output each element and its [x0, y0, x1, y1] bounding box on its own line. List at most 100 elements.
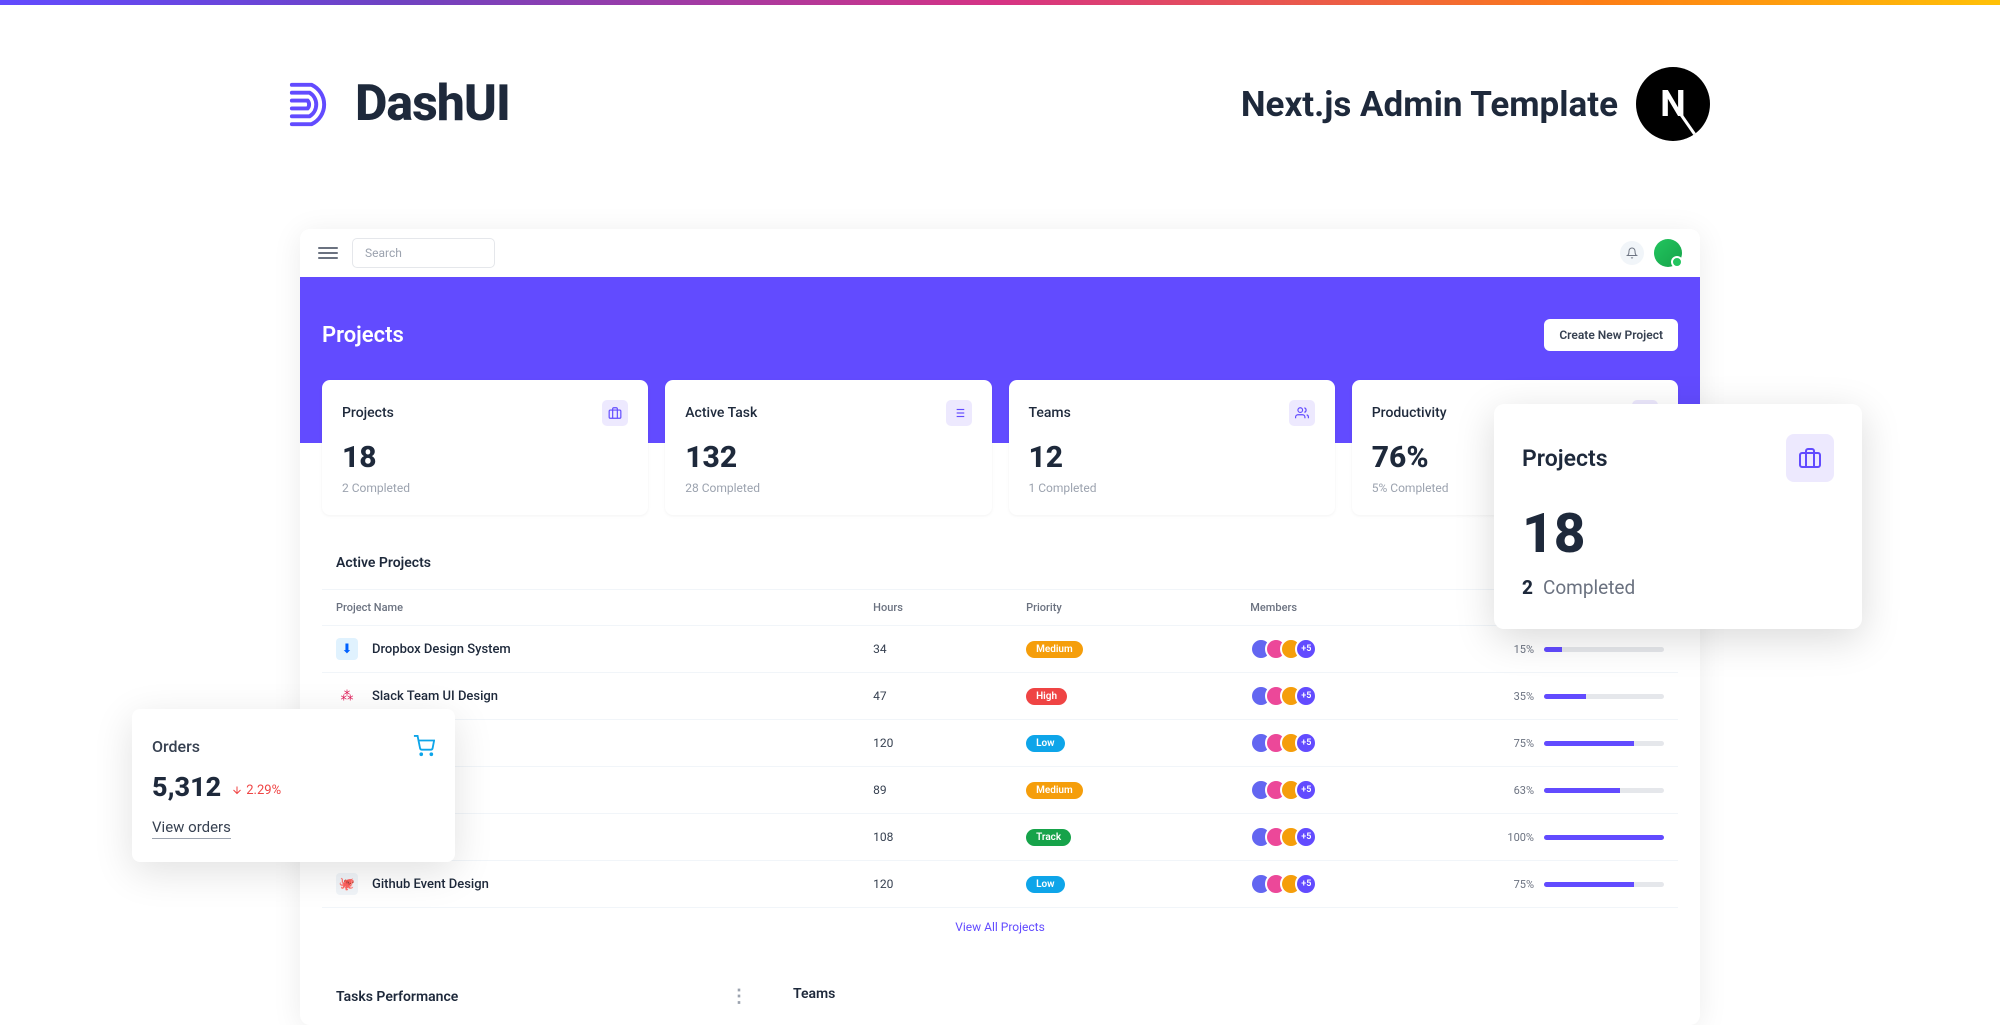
page-title: Projects: [322, 323, 404, 348]
header-right: Next.js Admin Template N: [1241, 67, 1710, 141]
progress-value: 15%: [1502, 643, 1534, 656]
search-input[interactable]: Search: [352, 238, 495, 268]
bell-icon: [1626, 247, 1638, 259]
member-avatars: +5: [1250, 685, 1474, 707]
project-name: Github Event Design: [372, 877, 489, 892]
teams-card: Teams: [779, 968, 1678, 1025]
orders-delta: 2.29%: [231, 783, 281, 798]
priority-badge: Medium: [1026, 782, 1083, 799]
user-avatar[interactable]: [1654, 239, 1682, 267]
callout-projects-value: 18: [1522, 502, 1834, 566]
hours-cell: 89: [859, 767, 1012, 814]
table-row[interactable]: ⁂ Slack Team UI Design 47 High +5 35%: [322, 673, 1678, 720]
progress-bar: [1544, 835, 1664, 840]
table-row[interactable]: ⬇Dropbox Design System34Medium+515%: [322, 626, 1678, 673]
stats-row: Projects 18 2 Completed Active Task 132 28 Co…: [300, 380, 1700, 515]
stat-label: Active Task: [685, 405, 757, 421]
progress-value: 75%: [1502, 737, 1534, 750]
arrow-down-icon: [231, 784, 243, 796]
col-members: Members: [1236, 590, 1488, 626]
project-icon: 🐙: [336, 873, 358, 895]
progress-value: 35%: [1502, 690, 1534, 703]
members-more-badge: +5: [1295, 826, 1317, 848]
priority-badge: Medium: [1026, 641, 1083, 658]
briefcase-icon: [1786, 434, 1834, 482]
app-topbar: Search: [300, 229, 1700, 277]
members-more-badge: +5: [1295, 732, 1317, 754]
project-icon: ⁂: [336, 685, 358, 707]
hours-cell: 120: [859, 861, 1012, 908]
member-avatars: +5: [1250, 873, 1474, 895]
progress-bar: [1544, 694, 1664, 699]
cart-icon: [413, 735, 435, 757]
header-subtitle: Next.js Admin Template: [1241, 84, 1618, 125]
stat-card-teams: Teams121 Completed: [1009, 380, 1335, 515]
progress-bar: [1544, 788, 1664, 793]
projects-table: Project Name Hours Priority Members Prog…: [322, 589, 1678, 908]
priority-badge: Low: [1026, 876, 1064, 893]
tasks-performance-card: Tasks Performance ⋮: [322, 968, 762, 1025]
stat-value: 12: [1029, 440, 1315, 475]
project-name: Slack Team UI Design: [372, 689, 498, 704]
callout-projects-label: Projects: [1522, 445, 1608, 472]
progress-value: 63%: [1502, 784, 1534, 797]
list-icon: [946, 400, 972, 426]
progress-value: 100%: [1502, 831, 1534, 844]
notifications-button[interactable]: [1620, 241, 1644, 265]
nextjs-logo-icon: N: [1636, 67, 1710, 141]
view-orders-link[interactable]: View orders: [152, 818, 231, 839]
dashboard-frame: Search Projects Create New Project Proje…: [300, 229, 1700, 1025]
progress-value: 75%: [1502, 878, 1534, 891]
callout-projects-sub: 2Completed: [1522, 576, 1834, 599]
table-row[interactable]: 120Low+575%: [322, 720, 1678, 767]
stat-value: 18: [342, 440, 628, 475]
member-avatars: +5: [1250, 732, 1474, 754]
members-more-badge: +5: [1295, 638, 1317, 660]
brand-logo: DashUI: [284, 75, 510, 134]
page-header: DashUI Next.js Admin Template N: [0, 5, 2000, 181]
dashui-logo-icon: [284, 75, 343, 134]
priority-badge: Track: [1026, 829, 1071, 846]
progress-bar: [1544, 647, 1664, 652]
col-project-name: Project Name: [322, 590, 859, 626]
active-projects-card: Active Projects Project Name Hours Prior…: [322, 537, 1678, 946]
stat-sub: 1 Completed: [1029, 481, 1315, 495]
member-avatars: +5: [1250, 779, 1474, 801]
stat-sub: 2 Completed: [342, 481, 628, 495]
stat-card-projects: Projects 18 2 Completed: [322, 380, 648, 515]
progress-bar: [1544, 741, 1664, 746]
tasks-card-menu-icon[interactable]: ⋮: [730, 986, 748, 1007]
progress-bar: [1544, 882, 1664, 887]
hours-cell: 47: [859, 673, 1012, 720]
member-avatars: +5: [1250, 638, 1474, 660]
bottom-cards-row: Tasks Performance ⋮ Teams: [300, 968, 1700, 1025]
hours-cell: 108: [859, 814, 1012, 861]
table-row[interactable]: ystem108Track+5100%: [322, 814, 1678, 861]
hamburger-menu-button[interactable]: [318, 243, 338, 263]
tasks-performance-title: Tasks Performance: [336, 989, 458, 1005]
active-projects-title: Active Projects: [322, 537, 1678, 589]
stat-label: Projects: [342, 405, 394, 421]
orders-label: Orders: [152, 737, 200, 756]
members-more-badge: +5: [1295, 685, 1317, 707]
stat-label: Productivity: [1372, 405, 1447, 421]
project-name: Dropbox Design System: [372, 642, 511, 657]
stat-card-active-task: Active Task 132 28 Completed: [665, 380, 991, 515]
member-avatars: +5: [1250, 826, 1474, 848]
table-row[interactable]: elling89Medium+563%: [322, 767, 1678, 814]
col-hours: Hours: [859, 590, 1012, 626]
stat-sub: 28 Completed: [685, 481, 971, 495]
create-project-button[interactable]: Create New Project: [1544, 319, 1678, 351]
priority-badge: Low: [1026, 735, 1064, 752]
projects-callout-card: Projects 18 2Completed: [1494, 404, 1862, 629]
brand-name: DashUI: [355, 75, 510, 133]
table-row[interactable]: 🐙 Github Event Design 120 Low +5 75%: [322, 861, 1678, 908]
stat-value: 132: [685, 440, 971, 475]
orders-value: 5,312: [152, 771, 221, 803]
briefcase-icon: [602, 400, 628, 426]
members-more-badge: +5: [1295, 873, 1317, 895]
priority-badge: High: [1026, 688, 1067, 705]
orders-callout-card: Orders 5,312 2.29% View orders: [132, 709, 455, 862]
col-priority: Priority: [1012, 590, 1236, 626]
view-all-projects-link[interactable]: View All Projects: [322, 908, 1678, 946]
